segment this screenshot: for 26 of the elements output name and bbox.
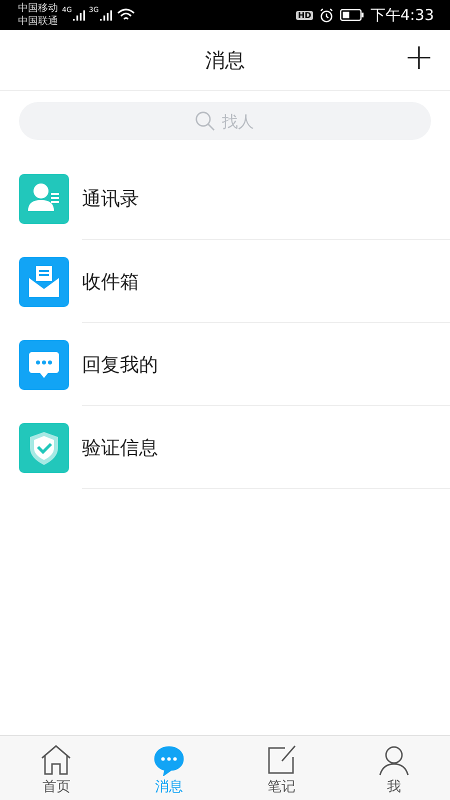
clock: 下午4:33 [370, 6, 434, 24]
tab[interactable]: 首页 [0, 736, 112, 800]
item-label: 回复我的 [82, 352, 158, 378]
chat-bubble-icon [152, 744, 185, 776]
hd-badge: HD [296, 10, 314, 20]
wifi-icon [116, 8, 135, 22]
person-icon [378, 744, 410, 776]
menu-item[interactable]: 通讯录 [0, 157, 450, 240]
item-label: 收件箱 [82, 270, 139, 294]
signal-icon [100, 10, 112, 20]
menu-item[interactable]: 验证信息 [0, 406, 450, 489]
tab[interactable]: 我 [338, 736, 450, 800]
battery-icon [340, 9, 364, 21]
item-label: 通讯录 [82, 186, 139, 212]
page-title: 消息 [205, 46, 245, 74]
carrier-name: 中国移动 [18, 2, 58, 15]
alarm-icon [319, 8, 334, 22]
tab[interactable]: 笔记 [225, 736, 338, 800]
carrier-name: 中国联通 [18, 15, 58, 28]
signal-icon [72, 10, 85, 20]
item-label: 验证信息 [82, 436, 158, 460]
add-button[interactable]: + [400, 40, 438, 76]
menu-item[interactable]: 回复我的 [0, 323, 450, 406]
search-field[interactable]: 找人 [19, 102, 431, 140]
house-icon [40, 744, 72, 776]
menu-item[interactable]: 收件箱 [0, 240, 450, 323]
